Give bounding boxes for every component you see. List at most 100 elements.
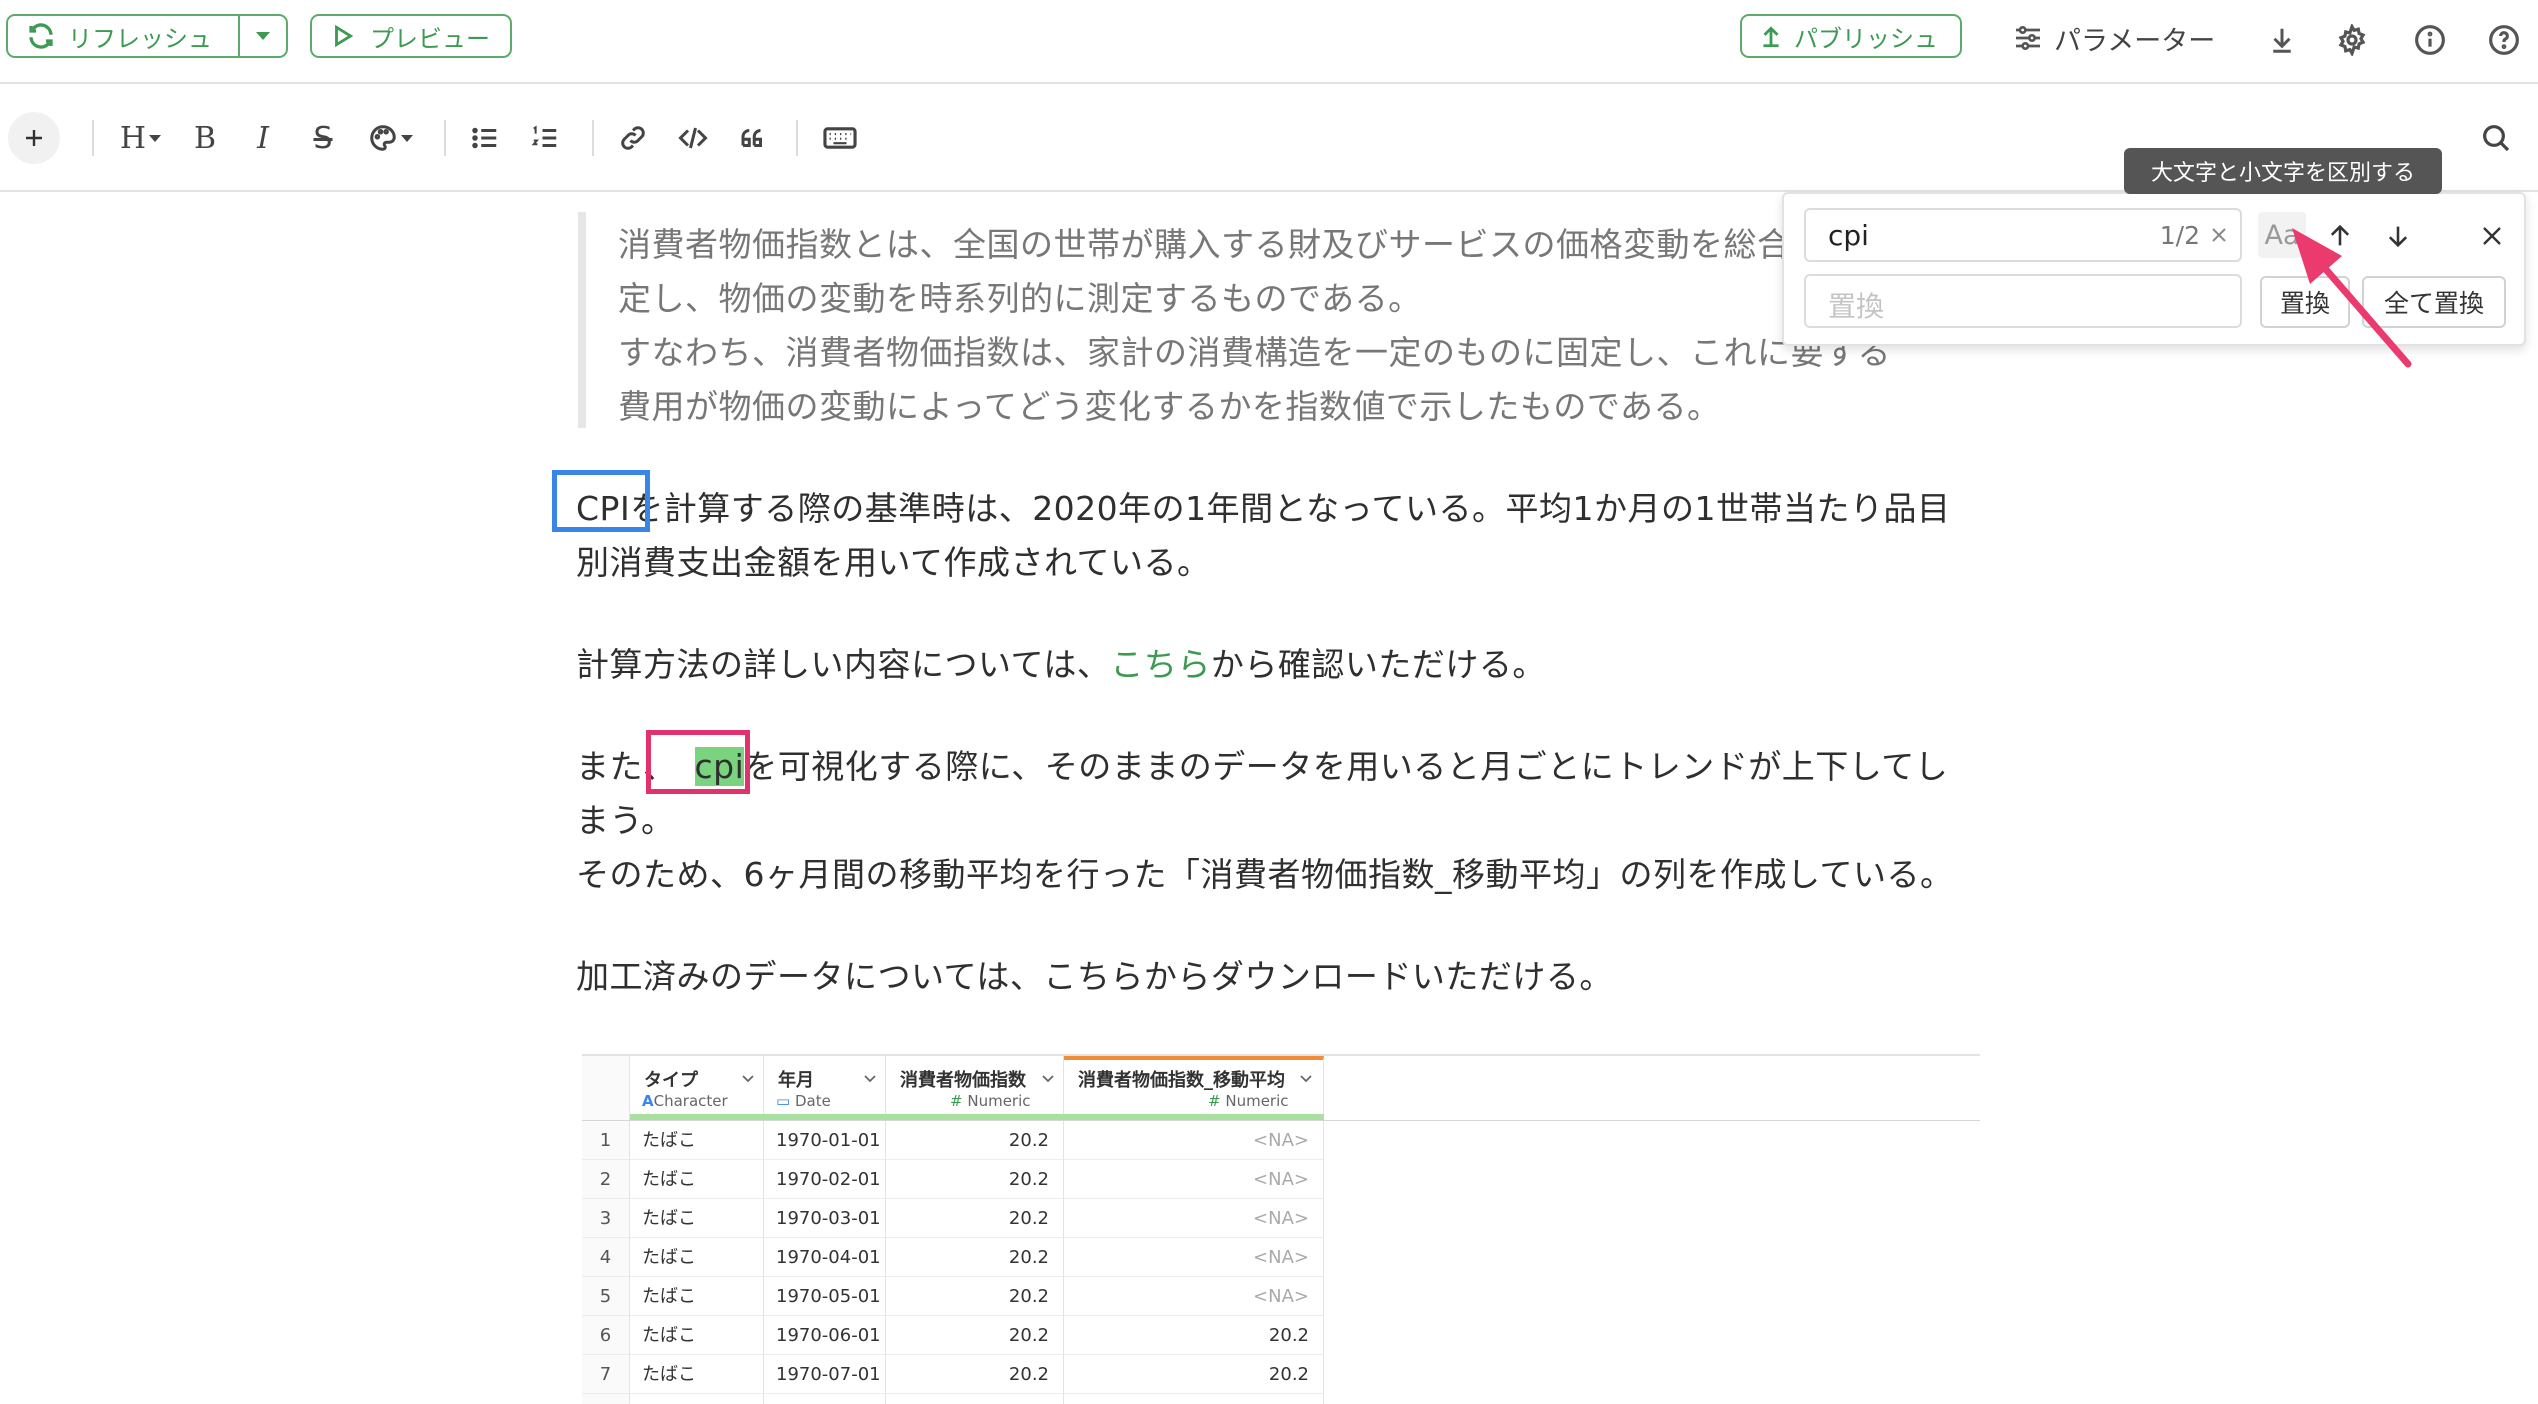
toolbar-separator xyxy=(444,120,446,156)
quote-icon xyxy=(741,129,762,147)
column-type: # Numeric xyxy=(1208,1092,1289,1110)
info-button[interactable] xyxy=(2410,20,2450,60)
refresh-button[interactable]: リフレッシュ xyxy=(6,14,240,58)
sliders-icon xyxy=(2016,26,2040,50)
data-table: タイプ ACharacter 年月 ▭ Date 消費者物価指数 # Numer… xyxy=(582,1054,1980,1404)
table-cell: 1970-02-01 xyxy=(764,1160,886,1199)
code-button[interactable] xyxy=(674,116,712,160)
strikethrough-button[interactable]: S xyxy=(304,116,342,160)
find-input[interactable]: cpi 1/2 xyxy=(1804,208,2242,262)
chevron-down-icon xyxy=(1300,1075,1312,1083)
column-header[interactable]: 消費者物価指数 # Numeric xyxy=(886,1056,1064,1120)
character-type-icon: A xyxy=(642,1092,654,1110)
table-cell: 20.2 xyxy=(1064,1316,1324,1355)
info-icon xyxy=(2415,25,2445,55)
table-cell: たばこ xyxy=(630,1199,764,1238)
paragraph-line: 別消費支出金額を用いて作成されている。 xyxy=(576,543,1211,582)
row-number-cell: 1 xyxy=(582,1121,630,1160)
column-header-selected[interactable]: 消費者物価指数_移動平均 # Numeric xyxy=(1064,1056,1324,1120)
chevron-down-icon xyxy=(1042,1075,1054,1083)
row-number-cell: 3 xyxy=(582,1199,630,1238)
parameters-button[interactable]: パラメーター xyxy=(2012,18,2215,58)
table-row: 7 たばこ 1970-07-01 20.2 20.2 xyxy=(582,1355,1980,1394)
caret-down-icon xyxy=(401,135,413,142)
top-bar: リフレッシュ プレビュー パブリッシュ パラメーター xyxy=(0,0,2538,84)
replace-button[interactable]: 置換 xyxy=(2260,276,2350,328)
match-case-label: Aa xyxy=(2264,219,2300,251)
bold-icon: B xyxy=(193,120,217,156)
help-button[interactable] xyxy=(2484,20,2524,60)
column-header[interactable]: タイプ ACharacter xyxy=(630,1056,764,1120)
quote-button[interactable] xyxy=(734,116,772,160)
caret-down-icon xyxy=(149,135,162,142)
toolbar-separator xyxy=(592,120,594,156)
row-number-header xyxy=(582,1056,630,1120)
color-button[interactable] xyxy=(364,116,418,160)
table-cell: 20.2 xyxy=(886,1277,1064,1316)
replace-input[interactable]: 置換 xyxy=(1804,274,2242,328)
row-number-cell: 8 xyxy=(582,1394,630,1404)
table-row: 3 たばこ 1970-03-01 20.2 <NA> xyxy=(582,1199,1980,1238)
italic-button[interactable]: I xyxy=(246,116,280,160)
bold-button[interactable]: B xyxy=(188,116,222,160)
match-case-tooltip: 大文字と小文字を区別する xyxy=(2124,148,2442,194)
chevron-down-icon xyxy=(864,1075,876,1083)
table-cell: 20.2 xyxy=(886,1355,1064,1394)
next-match-button[interactable] xyxy=(2378,214,2418,258)
bullet-list-icon xyxy=(472,127,497,149)
replace-all-button[interactable]: 全て置換 xyxy=(2362,276,2506,328)
table-cell: たばこ xyxy=(630,1316,764,1355)
find-replace-panel: cpi 1/2 Aa 置換 置換 全て置換 xyxy=(1782,192,2526,346)
link-here[interactable]: こちら xyxy=(1110,645,1211,684)
table-row: 8 xyxy=(582,1394,1980,1404)
table-cell xyxy=(886,1394,1064,1404)
arrow-down-icon xyxy=(2388,226,2408,248)
table-cell xyxy=(764,1394,886,1404)
paragraph-line: そのため、6ヶ月間の移動平均を行った「消費者物価指数_移動平均」の列を作成してい… xyxy=(576,855,1954,894)
annotation-box-blue xyxy=(552,470,650,532)
previous-match-button[interactable] xyxy=(2320,214,2360,258)
publish-button[interactable]: パブリッシュ xyxy=(1740,14,1962,58)
column-header[interactable]: 年月 ▭ Date xyxy=(764,1056,886,1120)
preview-button[interactable]: プレビュー xyxy=(310,14,512,58)
row-number-cell: 6 xyxy=(582,1316,630,1355)
paragraph-text: から確認いただける。 xyxy=(1210,645,1546,684)
column-name: 消費者物価指数_移動平均 xyxy=(1078,1070,1285,1091)
calendar-icon: ▭ xyxy=(776,1092,791,1110)
strikethrough-icon: S xyxy=(313,120,333,156)
link-button[interactable] xyxy=(614,116,652,160)
settings-button[interactable] xyxy=(2332,20,2372,60)
arrow-up-icon xyxy=(2330,224,2350,246)
download-button[interactable] xyxy=(2262,20,2302,60)
row-number-cell: 5 xyxy=(582,1277,630,1316)
link-icon xyxy=(621,126,645,150)
heading-icon: H xyxy=(119,120,147,156)
match-count: 1/2 xyxy=(2159,221,2200,250)
help-icon xyxy=(2489,25,2519,55)
paragraph-line: 加工済みのデータについては、こちらからダウンロードいただける。 xyxy=(576,957,1613,996)
close-find-button[interactable] xyxy=(2472,216,2512,256)
table-cell: 20.2 xyxy=(886,1199,1064,1238)
heading-button[interactable]: H xyxy=(114,116,168,160)
find-query: cpi xyxy=(1828,219,1869,252)
replace-label: 置換 xyxy=(2279,289,2330,318)
table-cell: 20.2 xyxy=(886,1160,1064,1199)
column-name: タイプ xyxy=(644,1070,698,1091)
refresh-icon xyxy=(29,23,53,49)
numbered-list-button[interactable] xyxy=(526,116,564,160)
match-case-toggle[interactable]: Aa xyxy=(2258,212,2306,258)
keyboard-shortcuts-button[interactable] xyxy=(818,116,862,160)
chevron-down-icon xyxy=(742,1075,754,1083)
upload-icon xyxy=(1763,26,1779,48)
clear-icon[interactable] xyxy=(2210,226,2228,244)
table-cell: <NA> xyxy=(1064,1160,1324,1199)
search-icon xyxy=(2483,125,2510,152)
download-icon xyxy=(2273,28,2291,53)
table-row: 5 たばこ 1970-05-01 20.2 <NA> xyxy=(582,1277,1980,1316)
search-button[interactable] xyxy=(2476,116,2516,160)
quote-line: 消費者物価指数とは、全国の世帯が購入する財及びサービスの価格変動を総合 xyxy=(618,225,1791,264)
refresh-dropdown-button[interactable] xyxy=(238,14,288,58)
bullet-list-button[interactable] xyxy=(466,116,504,160)
table-cell xyxy=(630,1394,764,1404)
add-block-button[interactable] xyxy=(8,112,60,164)
